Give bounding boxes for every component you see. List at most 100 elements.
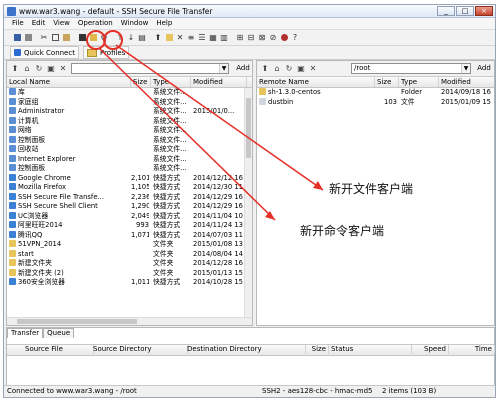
remote-path-input[interactable]: /root ▼ [351,63,471,74]
quick-connect-button[interactable]: Quick Connect [10,46,79,59]
quick-connect-icon [14,49,21,56]
local-row[interactable]: 控制面板 系统文件... [7,135,252,146]
stop-icon[interactable]: ⊘ [268,32,278,43]
local-horizontal-scrollbar[interactable] [7,317,252,325]
up-folder-icon[interactable]: ⬆ [10,64,20,74]
local-row[interactable]: 库 系统文件... [7,88,252,98]
col-speed[interactable]: Speed [409,345,449,354]
up-folder-icon[interactable]: ⬆ [260,64,270,74]
col-size[interactable]: Size [303,345,329,354]
local-row[interactable]: 计算机 系统文件... [7,116,252,127]
up-folder-icon[interactable]: ⬆ [153,32,163,43]
local-row[interactable]: start 文件夹 2014/08/04 14 [7,249,252,260]
col-remote-type[interactable]: Type [399,77,439,87]
close-button[interactable]: × [475,6,493,16]
settings-icon[interactable]: ⚙ [99,32,109,43]
local-add-button[interactable]: Add [234,63,252,74]
col-local-size[interactable]: Size [131,77,151,87]
local-row[interactable]: 新建文件夹 文件夹 2014/12/28 16 [7,259,252,269]
tab-transfer[interactable]: Transfer [7,328,44,338]
local-cell-type: 系统文件... [153,135,187,144]
chevron-down-icon[interactable]: ▼ [461,64,470,73]
menu-view[interactable]: View [53,18,70,29]
binary-icon[interactable]: ⊞ [235,32,245,43]
home-icon[interactable]: ⌂ [22,64,32,74]
local-vertical-scrollbar[interactable] [244,88,252,318]
col-time[interactable]: Time [449,345,495,354]
local-row[interactable]: 阿里旺旺2014 993 快捷方式 2014/11/24 13 [7,221,252,231]
paste-icon[interactable] [61,32,71,43]
upload-icon[interactable]: ↑ [115,32,125,43]
new-file-transfer-icon[interactable] [88,32,98,43]
local-row[interactable]: SSH Secure File Transfe... 2,236 快捷方式 2014/… [7,192,252,203]
local-cell-name: Mozilla Firefox [18,183,67,191]
print-icon[interactable] [23,32,33,43]
help-icon[interactable] [279,32,289,43]
local-row[interactable]: UC浏览器 2,049 快捷方式 2014/11/04 10 [7,211,252,222]
maximize-button[interactable]: □ [456,6,474,16]
remote-row[interactable]: sh-1.3.0-centos Folder 2014/09/18 16 [257,88,494,98]
details-icon[interactable]: ▦ [208,32,218,43]
home-icon[interactable]: ⌂ [272,64,282,74]
remote-add-button[interactable]: Add [475,63,493,74]
col-status[interactable]: Status [329,345,412,354]
ascii-icon[interactable]: ⊟ [246,32,256,43]
new-folder-icon[interactable]: ▣ [46,64,56,74]
menu-operation[interactable]: Operation [78,18,113,29]
local-row[interactable]: 51VPN_2014 文件夹 2015/01/08 13 [7,240,252,250]
cut-icon[interactable]: ✂ [39,32,49,43]
new-folder-icon[interactable] [164,32,174,43]
rename-icon[interactable]: ≡ [186,32,196,43]
local-row[interactable]: 新建文件夹 (2) 文件夹 2015/01/13 15 [7,268,252,279]
local-cell-name: 网络 [18,126,32,134]
col-local-type[interactable]: Type [151,77,191,87]
list-icon[interactable]: ▥ [219,32,229,43]
refresh-icon[interactable]: ↻ [34,64,44,74]
remote-row[interactable]: dustbin 103 文件 2015/01/09 15 [257,97,494,108]
profiles-button[interactable]: Profiles [82,46,130,59]
local-row[interactable]: Administrator 系统文件... 2015/01/0... [7,107,252,117]
menu-help[interactable]: Help [156,18,172,29]
menu-window[interactable]: Window [121,18,149,29]
local-row[interactable]: Mozilla Firefox 1,105 快捷方式 2014/12/30 11 [7,183,252,193]
col-remote-name[interactable]: Remote Name [257,77,375,87]
menu-file[interactable]: File [12,18,24,29]
properties-icon[interactable]: ☰ [197,32,207,43]
col-remote-modified[interactable]: Modified [439,77,494,87]
delete-icon[interactable]: ✕ [308,64,318,74]
col-remote-size[interactable]: Size [375,77,399,87]
menu-edit[interactable]: Edit [32,18,46,29]
view-icon[interactable]: ▤ [137,32,147,43]
tab-queue[interactable]: Queue [43,328,75,338]
local-row[interactable]: Internet Explorer 系统文件... [7,154,252,165]
status-items: 2 items (103 B) [382,387,437,395]
local-row[interactable]: SSH Secure Shell Client 1,290 快捷方式 2014/12/… [7,202,252,212]
file-icon [9,107,16,114]
local-row[interactable]: Google Chrome 2,101 快捷方式 2014/12/12 16 [7,173,252,184]
delete-icon[interactable]: ✕ [58,64,68,74]
local-row[interactable]: 网络 系统文件... [7,126,252,136]
refresh-icon[interactable]: ↻ [284,64,294,74]
local-row[interactable]: 360安全浏览器 1,011 快捷方式 2014/10/28 15 [7,278,252,288]
delete-icon[interactable]: ✕ [175,32,185,43]
col-source-directory[interactable]: Source Directory [91,345,188,354]
download-icon[interactable]: ↓ [126,32,136,43]
local-row[interactable]: 控制面板 系统文件... [7,164,252,174]
col-source-file[interactable]: Source File [23,345,94,354]
local-row[interactable]: 腾讯QQ 1,071 快捷方式 2014/07/03 11 [7,230,252,241]
about-icon[interactable]: ? [290,32,300,43]
col-local-modified[interactable]: Modified [191,77,247,87]
col-local-name[interactable]: Local Name [7,77,131,87]
new-terminal-icon[interactable] [77,32,87,43]
auto-icon[interactable]: ⊠ [257,32,267,43]
new-folder-icon[interactable]: ▣ [296,64,306,74]
save-icon[interactable] [12,32,22,43]
copy-icon[interactable] [50,32,60,43]
local-row[interactable]: 家庭组 系统文件... [7,97,252,108]
col-destination-directory[interactable]: Destination Directory [185,345,306,354]
chevron-down-icon[interactable]: ▼ [219,64,228,73]
minimize-button[interactable]: _ [437,6,455,16]
local-path-input[interactable]: ▼ [71,63,229,74]
local-cell-type: 文件夹 [153,268,174,277]
local-row[interactable]: 回收站 系统文件... [7,145,252,155]
